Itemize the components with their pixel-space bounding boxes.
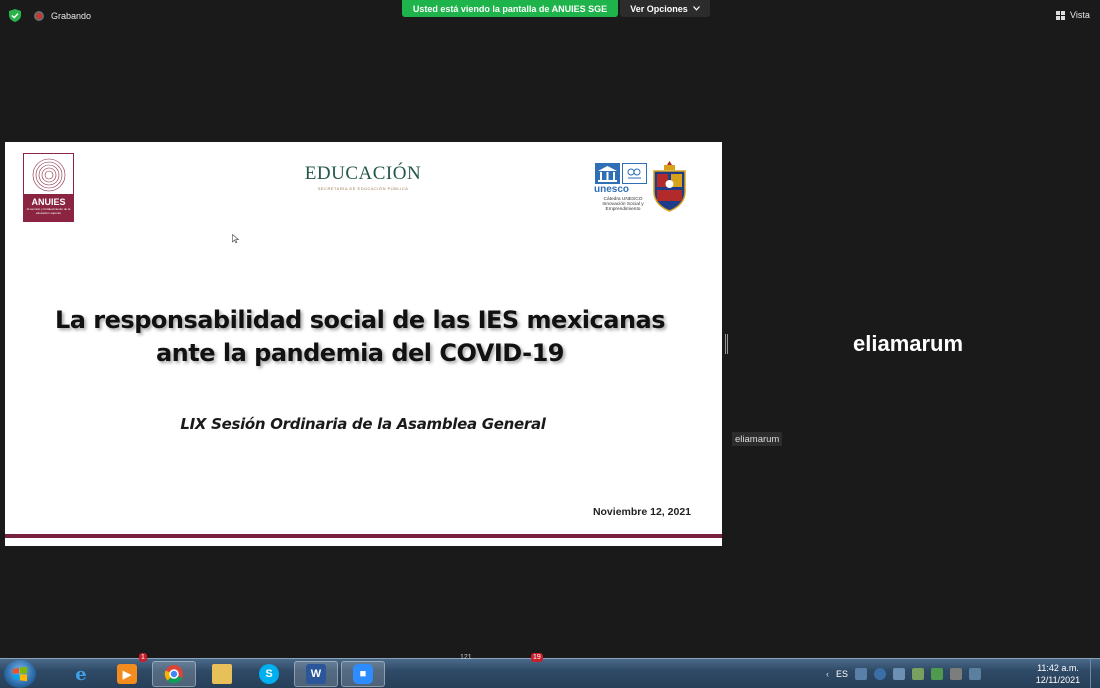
battery-icon[interactable] — [912, 668, 925, 680]
university-shield-logo-icon — [653, 161, 686, 212]
taskbar-chrome-button[interactable] — [152, 661, 196, 687]
slide-date: Noviembre 12, 2021 — [592, 506, 691, 518]
recording-indicator[interactable]: Grabando — [34, 9, 91, 23]
mouse-cursor-icon — [232, 234, 240, 244]
counter-badge: 121 — [460, 654, 472, 661]
word-icon: W — [306, 664, 326, 684]
anuies-rings-icon — [32, 158, 66, 192]
windows-taskbar: e ▶ 1 S W ■ 121 19 ‹ ES 11:42 a.m. 12/11… — [0, 653, 1100, 688]
security-shield-icon[interactable] — [9, 9, 21, 22]
slide-subtitle: LIX Sesión Ordinaria de la Asamblea Gene… — [180, 415, 546, 433]
keyboard-icon[interactable] — [855, 668, 868, 680]
anuies-name: ANUIES — [31, 197, 66, 207]
taskbar-ie-button[interactable]: e — [59, 661, 103, 687]
recording-dot-icon — [34, 11, 44, 21]
unesco-name: unesco — [594, 184, 630, 195]
security-icon[interactable] — [931, 668, 944, 680]
system-tray: ‹ ES — [826, 661, 982, 687]
chevron-down-icon — [692, 6, 700, 11]
slide-title: La responsabilidad social de las IES mex… — [45, 304, 675, 370]
tray-badge: 19 — [531, 653, 543, 662]
unesco-logo: unesco Cátedra UNESCO Innovación Social … — [594, 163, 652, 213]
meeting-topbar: Grabando Usted está viendo la pantalla d… — [0, 0, 1100, 32]
share-banner-text: Usted está viendo la pantalla de ANUIES … — [412, 3, 608, 14]
slide-title-line2: ante la pandemia del COVID-19 — [155, 339, 565, 367]
ie-icon: e — [75, 663, 87, 685]
media-badge: 1 — [139, 653, 147, 662]
view-button[interactable]: Vista — [1056, 8, 1090, 22]
zoom-icon: ■ — [353, 664, 373, 684]
educacion-name: EDUCACIÓN — [304, 163, 422, 184]
system-clock[interactable]: 11:42 a.m. 12/11/2021 — [1030, 662, 1086, 686]
chair-emblem-icon — [622, 163, 647, 184]
educacion-subtitle: SECRETARÍA DE EDUCACIÓN PÚBLICA — [317, 186, 409, 191]
screen-share-banner: Usted está viendo la pantalla de ANUIES … — [402, 0, 618, 17]
unesco-chair-text: Cátedra UNESCO Innovación Social y Empre… — [602, 197, 644, 212]
display-icon[interactable] — [950, 668, 963, 680]
volume-icon[interactable] — [969, 668, 982, 680]
media-player-icon: ▶ — [117, 664, 137, 684]
taskbar-explorer-button[interactable] — [200, 661, 244, 687]
tray-chevron-icon[interactable]: ‹ — [826, 669, 829, 679]
file-explorer-icon — [212, 664, 232, 684]
shared-screen-slide[interactable]: ANUIES Al servicio y fortalecimiento de … — [5, 142, 722, 546]
clock-date: 12/11/2021 — [1035, 675, 1081, 685]
anuies-band: ANUIES Al servicio y fortalecimiento de … — [24, 194, 73, 222]
anuies-logo: ANUIES Al servicio y fortalecimiento de … — [23, 153, 74, 222]
grid-view-icon — [1056, 10, 1065, 20]
recording-label: Grabando — [51, 11, 92, 21]
taskbar-zoom-button[interactable]: ■ — [341, 661, 385, 687]
help-icon[interactable] — [874, 668, 887, 680]
show-desktop-button[interactable] — [1090, 659, 1100, 688]
panel-resize-handle[interactable] — [725, 334, 728, 354]
windows-logo-icon — [13, 666, 27, 682]
start-button[interactable] — [4, 660, 36, 688]
participant-tag: eliamarum — [732, 432, 783, 446]
view-label: Vista — [1070, 10, 1090, 20]
skype-icon: S — [259, 664, 279, 684]
chrome-icon — [164, 665, 183, 684]
anuies-tagline: Al servicio y fortalecimiento de la educ… — [26, 207, 71, 215]
slide-footer-line — [5, 534, 722, 538]
zoom-meeting-window: Grabando Usted está viendo la pantalla d… — [0, 0, 1100, 688]
clock-time: 11:42 a.m. — [1037, 663, 1079, 673]
taskbar-word-button[interactable]: W — [294, 661, 338, 687]
network-icon[interactable] — [893, 668, 906, 680]
educacion-logo: EDUCACIÓN SECRETARÍA DE EDUCACIÓN PÚBLIC… — [301, 163, 425, 191]
language-indicator[interactable]: ES — [836, 669, 848, 679]
slide-title-line1: La responsabilidad social de las IES mex… — [54, 306, 666, 334]
participant-name: eliamarum — [853, 331, 964, 356]
view-options-button[interactable]: Ver Opciones — [620, 0, 710, 17]
unesco-temple-icon — [595, 163, 620, 184]
view-options-label: Ver Opciones — [630, 3, 688, 14]
taskbar-skype-button[interactable]: S — [247, 661, 291, 687]
taskbar-media-button[interactable]: ▶ 1 — [105, 653, 149, 687]
